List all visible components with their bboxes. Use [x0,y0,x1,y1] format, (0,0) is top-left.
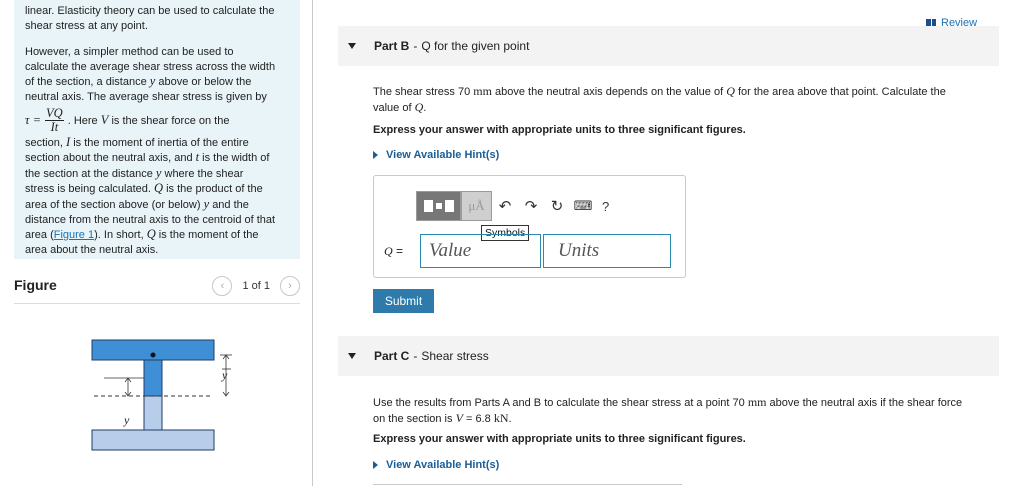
intro-line: stress is being calculated. Q is the pro… [25,181,263,196]
part-c-instruction: Express your answer with appropriate uni… [373,433,746,445]
symbols-button[interactable]: μÅ [461,191,492,221]
chevron-right-icon[interactable]: › [280,276,300,296]
part-c-header[interactable]: Part C - Shear stress [338,336,999,376]
expand-triangle-icon [373,151,378,159]
centroid-dot [150,352,156,358]
units-input[interactable]: Units [543,234,671,268]
part-b-instruction: Express your answer with appropriate uni… [373,124,746,136]
answer-box: μÅ ↶ ↷ ↻ ⌨ ? Symbols Q = Value Units [373,175,686,278]
intro-line: the section at the distance y where the … [25,165,244,180]
intro-line: However, a simpler method can be used to [25,46,234,59]
flange-bottom [91,429,215,451]
help-icon[interactable]: ? [602,199,609,214]
submit-button[interactable]: Submit [373,289,434,313]
intro-line: of the section, a distance y above or be… [25,74,252,89]
intro-text: linear. Elasticity theory can be used to… [14,0,300,259]
templates-icon[interactable] [416,191,461,221]
chevron-left-icon[interactable]: ‹ [212,276,233,296]
ybar-label: y [221,368,228,382]
panel-divider [312,0,313,486]
intro-line: calculate the average shear stress acros… [25,60,276,73]
y-label: y [123,413,130,427]
intro-line: neutral axis. The average shear stress i… [25,90,267,103]
left-panel: linear. Elasticity theory can be used to… [0,0,312,486]
part-b-question: The shear stress 70 mm above the neutral… [373,84,946,114]
part-b-hint-toggle[interactable]: View Available Hint(s) [373,149,499,161]
figure-title: Figure [14,277,57,293]
intro-line: distance from the neutral axis to the ce… [25,213,276,226]
intro-line: area of the section above (or below) y a… [25,196,249,211]
beam-section-figure: y y [91,339,232,451]
intro-line: shear stress at any point. [25,19,148,32]
value-input[interactable]: Value [420,234,541,268]
intro-line: area about the neutral axis. [25,243,159,256]
pager-text: 1 of 1 [242,280,270,292]
figure-pager: ‹ 1 of 1 › [212,276,300,296]
collapse-triangle-icon [348,353,356,359]
intro-line: linear. Elasticity theory can be used to… [25,5,275,17]
answer-label: Q = [384,244,404,258]
collapse-triangle-icon [348,43,356,49]
web-upper [143,359,163,397]
intro-line: section about the neutral axis, and t is… [25,150,270,165]
expand-triangle-icon [373,461,378,469]
web-lower [143,395,163,431]
keyboard-icon[interactable]: ⌨ [570,191,596,221]
part-c-question: Use the results from Parts A and B to ca… [373,395,963,425]
figure-link[interactable]: Figure 1 [54,229,94,241]
intro-line: area (Figure 1). In short, Q is the mome… [25,227,259,242]
math-toolbar: μÅ ↶ ↷ ↻ ⌨ ? [416,191,609,221]
figure-header: Figure ‹ 1 of 1 › [14,276,300,304]
redo-icon[interactable]: ↷ [518,191,544,221]
shear-formula: τ = VQ It . Here V is the shear force on … [25,106,230,135]
intro-line: section, I is the moment of inertia of t… [25,134,249,149]
part-b-header[interactable]: Part B-Q for the given point [338,26,999,66]
reset-icon[interactable]: ↻ [544,191,570,221]
part-c-hint-toggle[interactable]: View Available Hint(s) [373,459,499,471]
undo-icon[interactable]: ↶ [492,191,518,221]
